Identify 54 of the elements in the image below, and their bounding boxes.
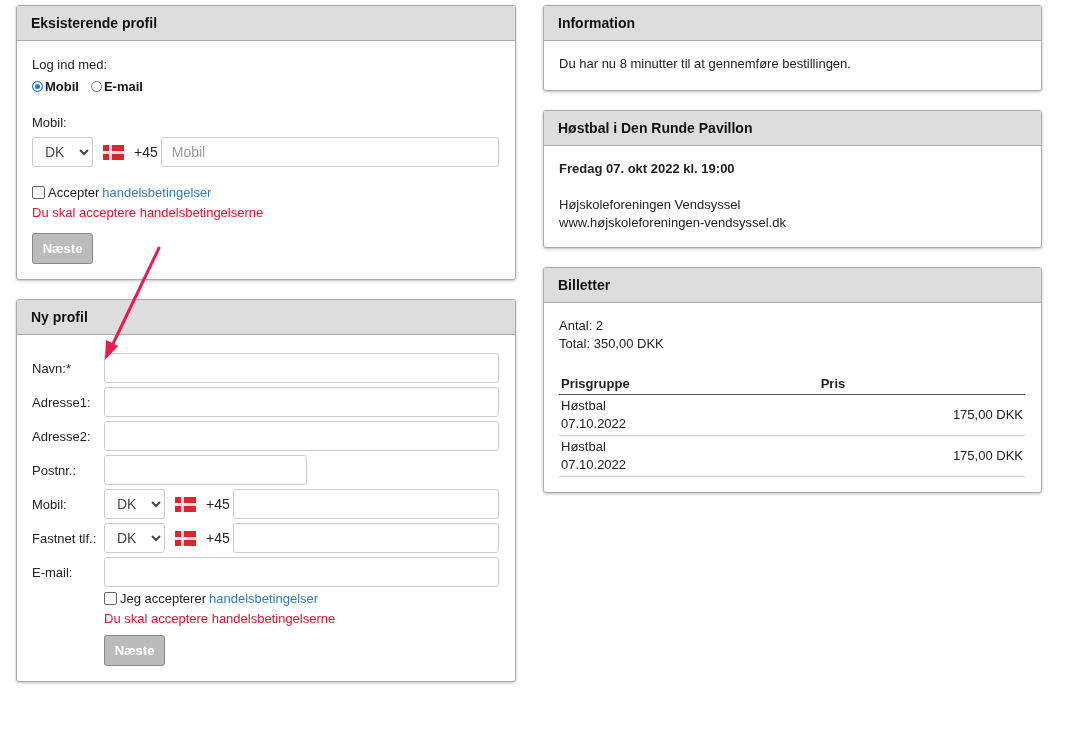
flag-icon (175, 530, 196, 546)
panel-title: Høstbal i Den Runde Pavillon (558, 120, 753, 136)
organizer-name: Højskoleforeningen Vendsyssel (559, 196, 742, 214)
text-field[interactable] (104, 557, 499, 587)
text-field[interactable] (104, 353, 499, 383)
text-field[interactable] (104, 421, 499, 451)
website-text: www.højskoleforeningen-vendsyssel.dk (559, 214, 787, 232)
field-label: Navn:* (32, 360, 73, 376)
phone-field[interactable] (232, 523, 499, 553)
checkbox[interactable] (104, 592, 117, 605)
panel-title: Billetter (558, 277, 611, 293)
column-header: Prisgruppe (559, 372, 641, 395)
radio-option[interactable]: E-mail (90, 79, 143, 94)
info-text: Du har nu 8 minutter til at gennemføre bestillingen. (559, 55, 852, 73)
field-label: Adresse1: (32, 394, 92, 410)
column-header: Pris (641, 372, 1025, 395)
field-label: Postnr.: (32, 462, 78, 478)
panel-title: Eksisterende profil (31, 15, 158, 31)
phone-prefix: +45 (206, 496, 230, 512)
terms-label: Accepter (48, 185, 100, 200)
radio-option[interactable]: Mobil (32, 79, 79, 94)
country-select[interactable]: DK (104, 523, 165, 553)
phone-prefix: +45 (134, 144, 158, 160)
field-label: Mobil: (32, 114, 68, 132)
error-message: Du skal acceptere handelsbetingelserne (104, 610, 337, 628)
phone-field[interactable] (232, 489, 499, 519)
field-label: Mobil: (32, 496, 68, 512)
panel-title: Ny profil (31, 309, 88, 325)
flag-icon (103, 144, 124, 160)
terms-link[interactable]: handelsbetingelser (209, 591, 319, 606)
phone-field[interactable]: Mobil (160, 137, 499, 167)
error-message: Du skal acceptere handelsbetingelserne (32, 204, 265, 222)
terms-link[interactable]: handelsbetingelser (102, 185, 212, 200)
field-label: Fastnet tlf.: (32, 530, 98, 546)
event-date: Fredag 07. okt 2022 kl. 19:00 (559, 160, 736, 178)
country-select[interactable]: DK (32, 137, 93, 167)
phone-prefix: +45 (206, 530, 230, 546)
login-label: Log ind med: (32, 56, 109, 74)
table-cell: 175,00 DKK (641, 394, 1025, 436)
checkbox[interactable] (32, 186, 45, 199)
country-select[interactable]: DK (104, 489, 165, 519)
table-cell: 175,00 DKK (641, 435, 1025, 477)
panel-title: Information (558, 15, 635, 31)
table-cell: Høstbal 07.10.2022 (559, 394, 641, 436)
ticket-total: Total: 350,00 DKK (559, 335, 665, 353)
radio-button[interactable] (32, 81, 43, 92)
terms-label: Jeg accepterer (120, 591, 206, 606)
table-cell: Høstbal 07.10.2022 (559, 435, 641, 477)
flag-icon (175, 496, 196, 512)
text-field[interactable] (104, 387, 499, 417)
field-label: Adresse2: (32, 428, 92, 444)
field-label: E-mail: (32, 564, 74, 580)
ticket-count: Antal: 2 (559, 317, 605, 335)
text-field[interactable] (104, 455, 307, 485)
